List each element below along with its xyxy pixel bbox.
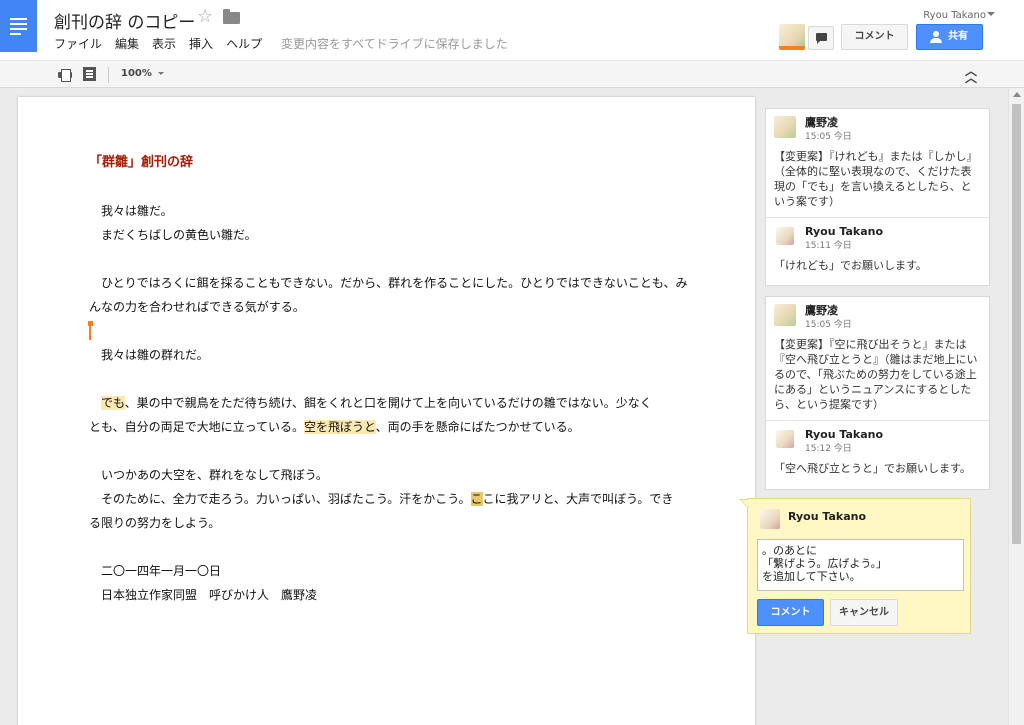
- comment-time: 15:12 今日: [805, 444, 852, 454]
- comment-time: 15:05 今日: [805, 320, 852, 330]
- signature-line: 日本独立作家同盟 呼びかけ人 鷹野凌: [101, 588, 318, 602]
- menu-help[interactable]: ヘルプ: [226, 35, 262, 52]
- star-icon[interactable]: ☆: [197, 6, 213, 27]
- comment-highlight[interactable]: でも: [101, 396, 125, 410]
- zoom-select[interactable]: 100%: [121, 68, 152, 79]
- comments-button[interactable]: コメント: [841, 24, 908, 50]
- folder-icon[interactable]: [223, 9, 240, 24]
- menu-edit[interactable]: 編集: [115, 35, 139, 52]
- menu-file[interactable]: ファイル: [54, 35, 102, 52]
- comment-reply: Ryou Takano 15:11 今日 「けれども」でお願いします。: [766, 217, 989, 281]
- scroll-up-icon[interactable]: [1013, 92, 1021, 97]
- text-line: 我々は雛の群れだ。: [101, 348, 209, 362]
- scrollbar-thumb[interactable]: [1012, 104, 1021, 544]
- zoom-chevron-down-icon[interactable]: [158, 72, 164, 75]
- comment-thread[interactable]: 鷹野凌 15:05 今日 【変更案】『けれども』または『しかし』（全体的に堅い表…: [765, 108, 990, 286]
- menu-bar: ファイル 編集 表示 挿入 ヘルプ: [54, 35, 275, 52]
- text-line: 、両の手を懸命にばたつかせている。: [375, 420, 580, 434]
- avatar: [776, 430, 794, 448]
- account-name[interactable]: Ryou Takano: [923, 10, 986, 21]
- chat-icon: [816, 33, 827, 44]
- new-comment-box: Ryou Takano 。のあとに 「繋げよう。広げよう。」 を追加して下さい。…: [739, 498, 971, 634]
- comment-author: 鷹野凌: [805, 304, 838, 317]
- comment-highlight[interactable]: 空を飛ぼうと: [304, 420, 376, 434]
- share-button[interactable]: 共有: [916, 24, 983, 50]
- document-title[interactable]: 創刊の辞 のコピー: [54, 8, 195, 33]
- comment-time: 15:05 今日: [805, 132, 852, 142]
- paragraph-3: 我々は雛の群れだ。: [89, 343, 689, 367]
- menu-view[interactable]: 表示: [152, 35, 176, 52]
- comment-reply: Ryou Takano 15:12 今日 「空へ飛び立とうと」でお願いします。: [766, 420, 989, 484]
- collaborator-avatar[interactable]: [779, 24, 805, 50]
- text-line: ひとりではろくに餌を採ることもできない。だから、群れを作ることにした。ひとりでは…: [101, 276, 688, 290]
- text-line: んなの力を合わせればできる気がする。: [89, 300, 305, 314]
- comment-input[interactable]: 。のあとに 「繋げよう。広げよう。」 を追加して下さい。: [757, 539, 964, 591]
- date-line: 二〇一四年一月一〇日: [101, 564, 222, 578]
- avatar: [776, 227, 794, 245]
- app-header: 創刊の辞 のコピー ☆ ファイル 編集 表示 挿入 ヘルプ 変更内容をすべてドラ…: [0, 0, 1024, 60]
- toolbar-divider: [108, 67, 109, 83]
- text-line: いつかあの大空を、群れをなして飛ぼう。: [101, 468, 328, 482]
- comment-thread[interactable]: 鷹野凌 15:05 今日 【変更案】『空に飛び出そうと』または『空へ飛び立とうと…: [765, 296, 990, 490]
- text-line: そのために、全力で走ろう。力いっぱい、羽ばたこう。汗をかこう。: [101, 492, 471, 506]
- active-comment-highlight[interactable]: こ: [470, 492, 483, 506]
- print-icon[interactable]: [58, 69, 72, 82]
- collaborator-cursor: [88, 321, 93, 341]
- paragraph-5: いつかあの大空を、群れをなして飛ぼう。 そのために、全力で走ろう。力いっぱい、羽…: [89, 463, 689, 535]
- comment-body: 【変更案】『けれども』または『しかし』（全体的に堅い表現なので、くだけた表現の「…: [774, 150, 978, 208]
- docs-logo-icon[interactable]: [0, 0, 37, 52]
- document-page[interactable]: 「群雛」創刊の辞 我々は雛だ。 まだくちばしの黄色い雛だ。 ひとりではろくに餌を…: [18, 97, 755, 725]
- comment-author: Ryou Takano: [805, 225, 883, 238]
- share-button-label: 共有: [948, 31, 968, 42]
- comment-author: 鷹野凌: [805, 116, 838, 129]
- text-line: とも、自分の両足で大地に立っている。: [89, 420, 305, 434]
- save-status: 変更内容をすべてドライブに保存しました: [281, 37, 508, 51]
- scrollbar[interactable]: [1008, 88, 1024, 725]
- comment-time: 15:11 今日: [805, 241, 852, 251]
- avatar: [774, 304, 796, 326]
- chat-button[interactable]: [808, 26, 834, 50]
- document-heading: 「群雛」創刊の辞: [89, 155, 194, 170]
- comment-author: Ryou Takano: [805, 428, 883, 441]
- cancel-button[interactable]: キャンセル: [830, 599, 898, 626]
- menu-insert[interactable]: 挿入: [189, 35, 213, 52]
- avatar: [760, 509, 780, 529]
- toolbar: 100% ︿ ︿: [0, 60, 1024, 88]
- text-line: る限りの努力をしよう。: [89, 516, 221, 530]
- paragraph-1: 我々は雛だ。 まだくちばしの黄色い雛だ。: [89, 199, 689, 247]
- collapse-menus-icon[interactable]: ︿ ︿: [965, 65, 977, 84]
- chevron-down-icon[interactable]: [987, 12, 995, 16]
- text-line: まだくちばしの黄色い雛だ。: [101, 228, 257, 242]
- comment-body: 「けれども」でお願いします。: [774, 259, 927, 272]
- paragraph-4: でも、巣の中で親鳥をただ待ち続け、餌をくれと口を開けて上を向いているだけの雛では…: [89, 391, 689, 439]
- submit-comment-button[interactable]: コメント: [757, 599, 824, 626]
- paragraph-2: ひとりではろくに餌を採ることもできない。だから、群れを作ることにした。ひとりでは…: [89, 271, 689, 319]
- comment-body: 【変更案】『空に飛び出そうと』または『空へ飛び立とうと』（雛はまだ地上にいるので…: [774, 338, 978, 411]
- comment: 鷹野凌 15:05 今日 【変更案】『空に飛び出そうと』または『空へ飛び立とうと…: [766, 297, 989, 420]
- comment-author: Ryou Takano: [788, 510, 866, 523]
- avatar: [774, 116, 796, 138]
- text-line: 我々は雛だ。: [101, 204, 173, 218]
- text-line: 、巣の中で親鳥をただ待ち続け、餌をくれと口を開けて上を向いているだけの雛ではない…: [124, 396, 652, 410]
- comment: 鷹野凌 15:05 今日 【変更案】『けれども』または『しかし』（全体的に堅い表…: [766, 109, 989, 217]
- person-icon: [930, 31, 942, 43]
- closing: 二〇一四年一月一〇日 日本独立作家同盟 呼びかけ人 鷹野凌: [89, 559, 689, 607]
- comment-body: 「空へ飛び立とうと」でお願いします。: [774, 462, 971, 475]
- paint-format-icon[interactable]: [83, 67, 96, 81]
- text-line: こに我アリと、大声で叫ぼう。でき: [482, 492, 674, 506]
